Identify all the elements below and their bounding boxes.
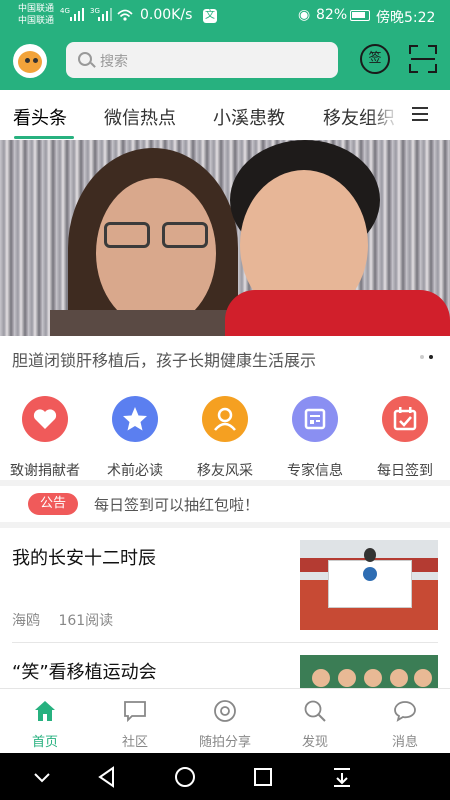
back-icon[interactable] xyxy=(95,765,119,789)
news-thumbnail xyxy=(300,540,438,630)
battery-icon xyxy=(350,10,370,21)
home-icon xyxy=(33,699,57,723)
nav-discover[interactable]: 发现 xyxy=(270,689,360,753)
translate-icon: 文 xyxy=(203,9,217,23)
carrier-labels: 中国联通 中国联通 xyxy=(18,3,54,27)
clock: 傍晚5:22 xyxy=(376,10,436,26)
app-header: 搜索 签 xyxy=(0,32,450,90)
tiger-logo-icon xyxy=(18,51,42,73)
announcement-bar[interactable]: 公告 每日签到可以抽红包啦！ xyxy=(0,486,450,522)
bottom-navigation: 首页 社区 随拍分享 发现 消息 xyxy=(0,688,450,753)
network-type-2: 3G xyxy=(90,7,100,15)
network-type-1: 4G xyxy=(60,7,70,15)
chevron-down-icon[interactable] xyxy=(30,765,54,789)
category-tabs: 看头条 微信热点 小溪患教 移友组织 xyxy=(0,90,450,140)
search-placeholder: 搜索 xyxy=(100,54,128,70)
nav-messages[interactable]: 消息 xyxy=(360,689,450,753)
battery-percent: 82% xyxy=(316,7,348,23)
person-icon xyxy=(202,396,248,442)
news-item[interactable]: 我的长安十二时辰 海鸥 161阅读 xyxy=(0,528,450,643)
news-thumbnail xyxy=(300,655,438,688)
quick-link-thank-donors[interactable]: 致谢捐献者 xyxy=(0,394,90,479)
banner-caption[interactable]: 胆道闭锁肝移植后，孩子长期健康生活展示 xyxy=(12,347,316,371)
active-tab-indicator xyxy=(14,136,74,139)
document-icon xyxy=(292,396,338,442)
announcement-badge: 公告 xyxy=(28,493,78,515)
carousel-dots xyxy=(420,355,440,361)
star-icon xyxy=(112,396,158,442)
tab-wechat-hot[interactable]: 微信热点 xyxy=(104,104,176,130)
news-reads: 161阅读 xyxy=(58,613,114,629)
news-item[interactable]: “笑”看移植运动会 xyxy=(0,643,450,688)
nav-home[interactable]: 首页 xyxy=(0,689,90,753)
search-bar[interactable]: 搜索 xyxy=(66,42,338,78)
banner-carousel[interactable] xyxy=(0,140,450,336)
announcement-text: 每日签到可以抽红包啦！ xyxy=(94,496,260,514)
quick-link-expert-info[interactable]: 专家信息 xyxy=(270,394,360,479)
notification-pull-icon[interactable] xyxy=(330,765,354,789)
network-speed: 0.00K/s xyxy=(140,7,193,23)
scan-icon[interactable] xyxy=(409,45,437,73)
nav-photo-share[interactable]: 随拍分享 xyxy=(180,689,270,753)
camera-icon xyxy=(213,699,237,723)
home-circle-icon[interactable] xyxy=(173,765,197,789)
quick-link-preop-reading[interactable]: 术前必读 xyxy=(90,394,180,479)
chat-bubble-icon xyxy=(123,699,147,723)
sign-in-button[interactable]: 签 xyxy=(360,44,390,74)
status-bar: 中国联通 中国联通 4G 3G 0.00K/s 文 ◉ 82% 傍晚5:22 xyxy=(0,0,450,32)
menu-icon[interactable] xyxy=(412,107,428,121)
news-title: 我的长安十二时辰 xyxy=(12,548,156,569)
news-title: “笑”看移植运动会 xyxy=(12,662,157,683)
quick-link-daily-checkin[interactable]: 每日签到 xyxy=(360,394,450,479)
quick-links: 致谢捐献者 术前必读 移友风采 专家信息 每日签到 xyxy=(0,380,450,480)
signal-icon: 4G 3G xyxy=(60,6,136,27)
banner-caption-bar: 胆道闭锁肝移植后，孩子长期健康生活展示 xyxy=(0,336,450,378)
news-feed: 我的长安十二时辰 海鸥 161阅读 “笑”看移植运动会 xyxy=(0,528,450,688)
search-icon xyxy=(303,699,327,723)
news-author: 海鸥 xyxy=(12,613,40,629)
calendar-check-icon xyxy=(382,396,428,442)
heart-icon xyxy=(22,396,68,442)
news-meta: 海鸥 161阅读 xyxy=(12,610,127,630)
nav-community[interactable]: 社区 xyxy=(90,689,180,753)
quick-link-member-showcase[interactable]: 移友风采 xyxy=(180,394,270,479)
carrier-1: 中国联通 xyxy=(18,4,55,14)
app-logo[interactable] xyxy=(13,44,47,78)
system-navigation-bar xyxy=(0,753,450,800)
tab-headlines[interactable]: 看头条 xyxy=(13,104,67,130)
search-icon xyxy=(78,52,92,66)
tab-patient-education[interactable]: 小溪患教 xyxy=(213,104,285,130)
eye-icon: ◉ xyxy=(298,7,311,23)
carrier-2: 中国联通 xyxy=(18,16,55,26)
recents-icon[interactable] xyxy=(251,765,275,789)
message-icon xyxy=(393,699,417,723)
